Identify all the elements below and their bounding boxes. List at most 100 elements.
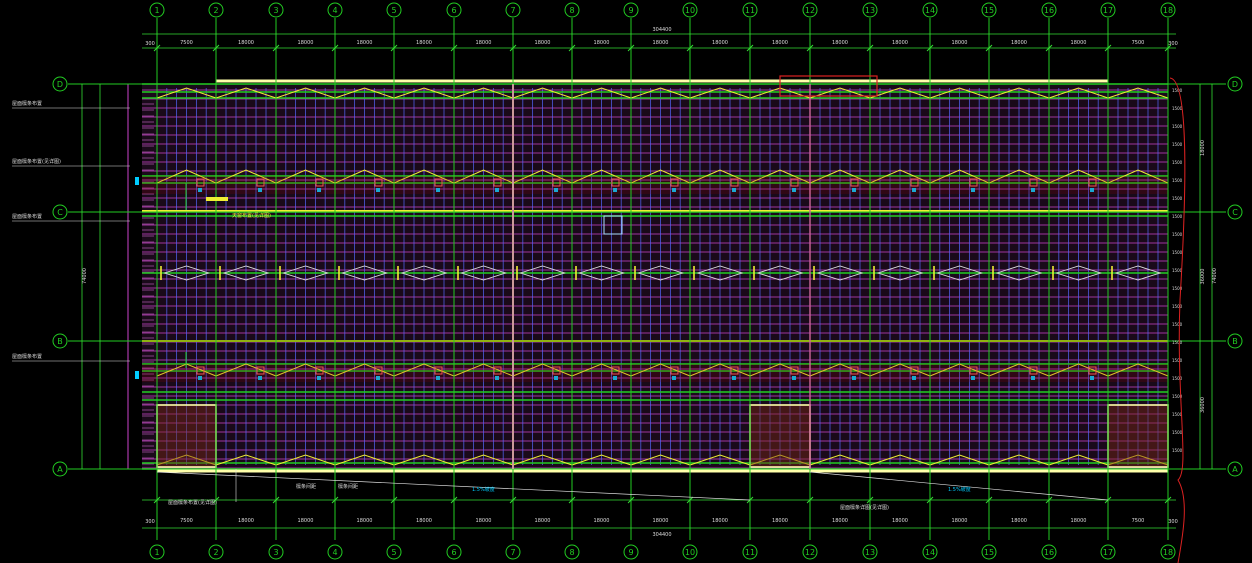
span-dimension: 7500	[180, 518, 193, 524]
axis-number: 18	[1163, 548, 1173, 557]
span-dimension: 18000	[476, 518, 492, 524]
row-label: 1500	[1172, 376, 1183, 381]
span-dimension: 18000	[535, 40, 551, 46]
row-label: 1500	[1172, 232, 1183, 237]
axis-number: 3	[273, 548, 278, 557]
row-label: 1500	[1172, 160, 1183, 165]
axis-number: 11	[745, 6, 755, 15]
span-dimension: 18000	[892, 40, 908, 46]
cad-drawing-canvas: 304400 304400 300 300 300 300 7500 7500 18000 180…	[12, 2, 1243, 563]
bottom-note: 屋面檩条详图(见详图)	[840, 504, 889, 511]
axis-letter: D	[57, 80, 63, 89]
span-dimension: 18000	[712, 518, 728, 524]
span-dimension: 18000	[416, 518, 432, 524]
axis-number: 11	[745, 548, 755, 557]
left-note: 屋面檩条布置	[12, 353, 42, 360]
axis-number: 17	[1103, 6, 1113, 15]
axis-number: 15	[984, 6, 994, 15]
axis-number: 13	[865, 548, 875, 557]
axis-letter: A	[57, 465, 63, 474]
span-dimension: 18000	[772, 518, 788, 524]
row-label: 1500	[1172, 124, 1183, 129]
opening-frame	[1107, 404, 1169, 468]
span-dimension: 18000	[1071, 518, 1087, 524]
axis-number: 16	[1044, 548, 1054, 557]
level-marker	[135, 371, 139, 379]
span-dimension: 18000	[952, 40, 968, 46]
bottom-total-dimension: 304400	[652, 532, 671, 538]
axis-number: 6	[451, 6, 456, 15]
span-dimension: 7500	[1132, 518, 1145, 524]
end-offset-dimension: 300	[1168, 41, 1178, 47]
left-total-dimension: 74000	[82, 268, 88, 284]
axis-number: 4	[332, 6, 337, 15]
span-dimension: 18000	[535, 518, 551, 524]
slope-note: 1.5%坡度	[472, 486, 495, 493]
span-dimension: 18000	[298, 518, 314, 524]
axis-number: 9	[628, 548, 633, 557]
span-dimension: 18000	[653, 518, 669, 524]
row-label: 1500	[1172, 214, 1183, 219]
span-dimension: 18000	[238, 40, 254, 46]
row-label: 1500	[1172, 358, 1183, 363]
row-label: 1500	[1172, 430, 1183, 435]
opening-frame	[156, 404, 217, 468]
skylight-band	[142, 176, 1168, 194]
row-label: 1500	[1172, 268, 1183, 273]
axis-letter: B	[1232, 337, 1238, 346]
axis-number: 4	[332, 548, 337, 557]
axis-number: 10	[685, 6, 695, 15]
row-label: 1500	[1172, 250, 1183, 255]
axis-number: 6	[451, 548, 456, 557]
axis-number: 10	[685, 548, 695, 557]
row-label: 1500	[1172, 304, 1183, 309]
span-dimension: 18000	[952, 518, 968, 524]
end-offset-dimension: 300	[145, 519, 155, 525]
span-dimension: 18000	[357, 40, 373, 46]
axis-letter: B	[57, 337, 63, 346]
axis-number: 14	[925, 548, 935, 557]
span-dimension: 18000	[1071, 40, 1087, 46]
top-total-dimension: 304400	[652, 27, 671, 33]
row-dimension: 36000	[1200, 269, 1206, 285]
axis-letter: C	[57, 208, 63, 217]
row-label: 1500	[1172, 448, 1183, 453]
left-note: 屋面檩条布置	[12, 100, 42, 107]
row-label: 1500	[1172, 322, 1183, 327]
span-dimension: 18000	[712, 40, 728, 46]
row-label: 1500	[1172, 340, 1183, 345]
axis-number: 5	[391, 6, 396, 15]
span-dimension: 18000	[476, 40, 492, 46]
span-dimension: 18000	[653, 40, 669, 46]
axis-number: 13	[865, 6, 875, 15]
axis-number: 15	[984, 548, 994, 557]
axis-letter: C	[1232, 208, 1238, 217]
axis-number: 16	[1044, 6, 1054, 15]
span-dimension: 18000	[1011, 518, 1027, 524]
highlight-marker	[206, 197, 228, 201]
highlight-label: 天窗布置(见详图)	[232, 212, 271, 219]
slope-line	[809, 471, 1109, 501]
axis-letter: A	[1232, 465, 1238, 474]
left-note: 屋面檩条布置(见详图)	[12, 158, 61, 165]
axis-number: 8	[569, 548, 574, 557]
axis-number: 12	[805, 6, 815, 15]
axis-number: 2	[213, 6, 218, 15]
span-dimension: 18000	[357, 518, 373, 524]
axis-number: 7	[510, 6, 515, 15]
revision-cloud-edge	[1169, 77, 1186, 563]
axis-letter: D	[1232, 80, 1238, 89]
axis-number: 7	[510, 548, 515, 557]
axis-number: 3	[273, 6, 278, 15]
end-offset-dimension: 300	[1168, 519, 1178, 525]
span-dimension: 18000	[298, 40, 314, 46]
end-offset-dimension: 300	[145, 41, 155, 47]
span-dimension: 18000	[832, 40, 848, 46]
axis-number: 1	[154, 6, 159, 15]
span-dimension: 18000	[1011, 40, 1027, 46]
axis-number: 8	[569, 6, 574, 15]
row-dimension: 36000	[1200, 397, 1206, 413]
axis-number: 12	[805, 548, 815, 557]
axis-number: 17	[1103, 548, 1113, 557]
row-label: 1500	[1172, 178, 1183, 183]
